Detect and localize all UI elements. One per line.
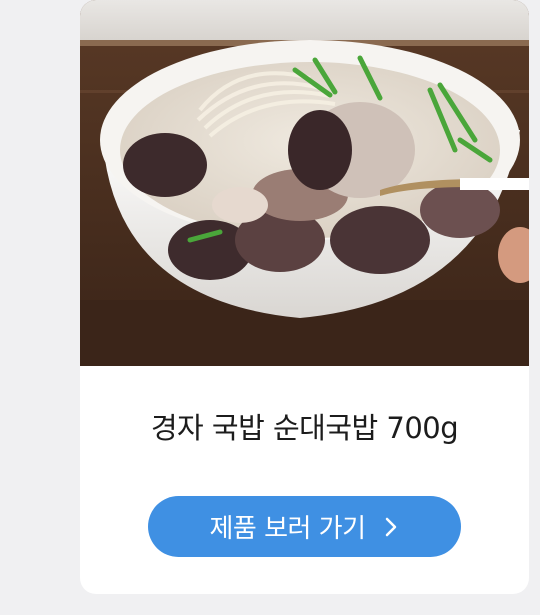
chevron-right-icon [382, 515, 400, 539]
soup-bowl-photo [80, 0, 529, 366]
product-image[interactable] [80, 0, 529, 366]
view-product-button-label: 제품 보러 가기 [209, 514, 366, 544]
view-product-button[interactable]: 제품 보러 가기 [148, 496, 461, 557]
product-card[interactable]: 경자 국밥 순대국밥 700g 제품 보러 가기 [80, 0, 529, 594]
product-title: 경자 국밥 순대국밥 700g [150, 411, 459, 445]
